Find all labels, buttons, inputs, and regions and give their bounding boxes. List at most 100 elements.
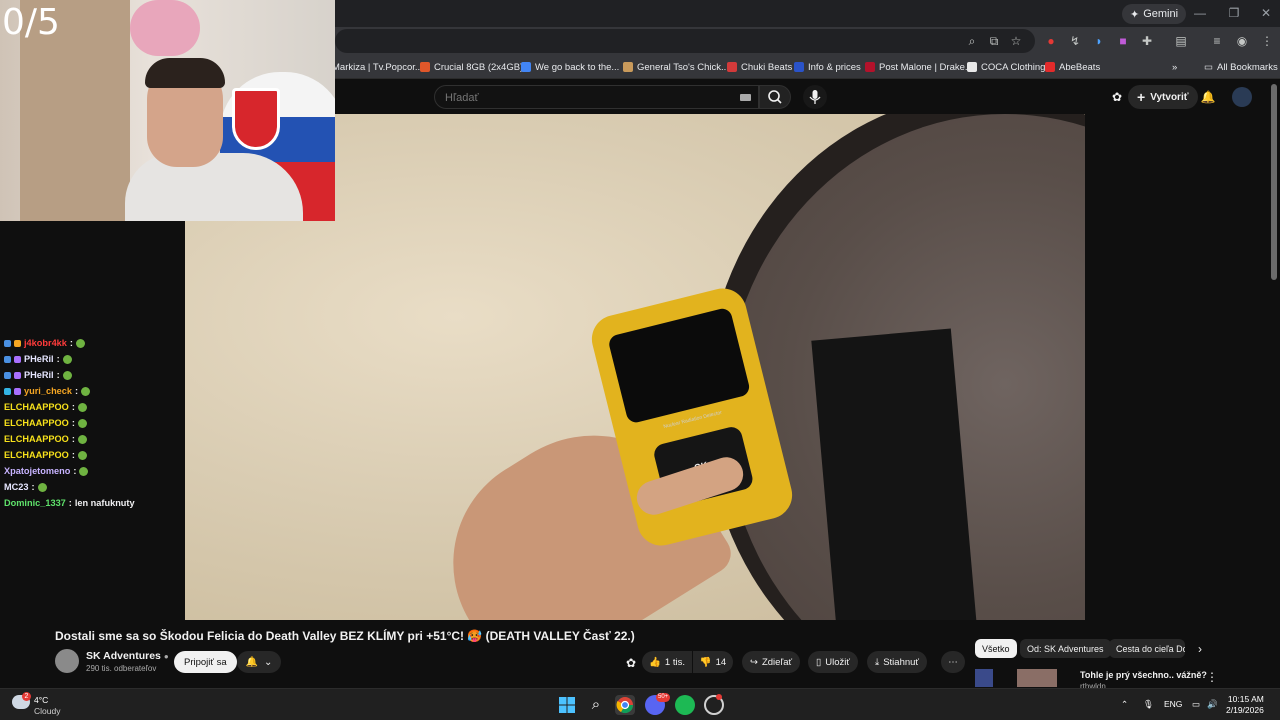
share-label: Zdieľať — [761, 656, 793, 668]
create-button[interactable]: + Vytvoriť — [1128, 85, 1198, 109]
bookmark-item[interactable]: Post Malone | Drake... — [865, 59, 973, 75]
emote-icon — [62, 370, 72, 380]
search-box[interactable] — [434, 85, 759, 109]
emote-icon — [79, 466, 89, 476]
restore-icon[interactable]: ❐ — [1222, 4, 1246, 22]
emote-icon — [77, 450, 87, 460]
bookmark-item[interactable]: Chuki Beats — [727, 59, 792, 75]
weather-condition[interactable]: Cloudy — [34, 706, 60, 716]
join-button[interactable]: Pripojiť sa — [174, 651, 237, 673]
extension-icon[interactable]: ■ — [1114, 32, 1132, 50]
avatar[interactable] — [1232, 87, 1252, 107]
reading-mode-icon[interactable]: ▤ — [1172, 32, 1190, 50]
tray-overflow-chevron-icon[interactable]: ⌃ — [1121, 699, 1128, 710]
thumbs-up-icon: 👍 — [649, 656, 661, 668]
chat-colon: : — [71, 402, 75, 412]
search-icon — [768, 90, 782, 104]
gemini-button[interactable]: ✦ Gemini — [1122, 4, 1187, 24]
browser-menu-icon[interactable]: ⋮ — [1258, 32, 1276, 50]
windows-start-icon[interactable] — [557, 695, 577, 715]
extension-icon[interactable]: ↯ — [1066, 32, 1084, 50]
notifications-bell-icon[interactable]: 🔔 — [1199, 88, 1217, 106]
bookmark-item[interactable]: AbeBeats — [1045, 59, 1100, 75]
bookmark-item[interactable]: We go back to the... — [521, 59, 619, 75]
bookmark-item[interactable]: General Tso's Chick... — [623, 59, 729, 75]
extension-icon[interactable]: ● — [1042, 32, 1060, 50]
chrome-icon[interactable] — [615, 695, 635, 715]
profile-avatar-icon[interactable]: ◉ — [1233, 32, 1251, 50]
favicon-icon — [727, 62, 737, 72]
download-button[interactable]: ⤓ Stiahnuť — [867, 651, 927, 673]
badge-icon — [4, 339, 11, 347]
bookmark-label: General Tso's Chick... — [637, 61, 729, 73]
search-icon[interactable]: ⌕ — [586, 695, 606, 715]
bookmark-icon: ▯ — [816, 656, 822, 668]
bookmark-item[interactable]: Crucial 8GB (2x4GB)... — [420, 59, 531, 75]
bookmark-item[interactable]: Markiza | Tv.Popcor... — [332, 59, 423, 75]
chat-colon: : — [56, 354, 60, 364]
chat-username: ELCHAAPPOO — [4, 418, 69, 428]
search-input[interactable] — [445, 90, 725, 106]
chevron-right-icon[interactable]: › — [1191, 640, 1209, 658]
thumbs-down-icon: 👎 — [699, 656, 712, 668]
chevron-down-icon: ⌄ — [264, 656, 273, 668]
page-scrollbar[interactable] — [1271, 84, 1277, 280]
chip-all[interactable]: Všetko — [975, 639, 1017, 658]
install-icon[interactable]: ⧉ — [985, 32, 1003, 50]
cast-icon[interactable]: ✿ — [622, 654, 640, 672]
channel-name[interactable]: SK Adventures ● — [86, 650, 169, 662]
weather-temp[interactable]: 4°C — [34, 695, 48, 705]
video-details: Dostali sme sa so Škodou Felicia do Deat… — [0, 620, 1280, 688]
like-count: 1 tis. — [664, 656, 685, 668]
bookmark-star-icon[interactable]: ☆ — [1007, 32, 1025, 50]
voice-search-button[interactable] — [803, 85, 827, 109]
chat-username: Dominic_1337 — [4, 498, 66, 508]
subscription-notifications-button[interactable]: 🔔 ⌄ — [237, 651, 281, 673]
address-bar[interactable]: ⌕ ⧉ ☆ — [335, 29, 1035, 53]
favicon-icon — [1045, 62, 1055, 72]
chip-related[interactable]: Cesta do cieľa Do — [1109, 639, 1185, 658]
hair — [145, 58, 225, 88]
more-actions-button[interactable]: ⋯ — [941, 651, 965, 673]
chip-from-channel[interactable]: Od: SK Adventures — [1020, 639, 1111, 658]
more-bookmarks-chevron-icon[interactable]: » — [1172, 59, 1177, 75]
bookmark-item[interactable]: COCA Clothing — [967, 59, 1045, 75]
clock-time: 10:15 AM — [1227, 694, 1264, 704]
cast-icon[interactable]: ✿ — [1108, 88, 1126, 106]
bookmark-label: Markiza | Tv.Popcor... — [332, 61, 423, 73]
gemini-icon: ✦ — [1130, 8, 1140, 21]
system-clock[interactable]: 10:15 AM 2/19/2026 — [1226, 694, 1264, 716]
plush-toy — [130, 0, 200, 56]
minimize-icon[interactable]: — — [1188, 4, 1212, 22]
keyboard-icon[interactable] — [740, 94, 751, 101]
like-button[interactable]: 👍 1 tis. — [642, 651, 692, 673]
bookmark-item[interactable]: Info & prices — [794, 59, 861, 75]
volume-icon[interactable]: 🔊 — [1207, 699, 1218, 710]
chat-username: yuri_check — [24, 386, 73, 396]
all-bookmarks[interactable]: ▭ All Bookmarks — [1204, 59, 1278, 75]
recommended-video[interactable]: Tohle je prý všechno.. vážně? rthwldn ⋮ — [975, 667, 1218, 689]
extension-icon[interactable]: ◗ — [1090, 32, 1108, 50]
close-icon[interactable]: ✕ — [1254, 4, 1278, 22]
network-icon[interactable]: ▭ — [1192, 699, 1200, 710]
chat-message: ELCHAAPPOO : — [4, 415, 184, 431]
channel-avatar[interactable] — [55, 649, 79, 673]
search-button[interactable] — [759, 85, 791, 109]
dislike-button[interactable]: 👎 14 — [693, 651, 733, 673]
plus-icon: + — [1137, 89, 1146, 105]
folder-icon: ▭ — [1204, 61, 1213, 73]
chat-message: Dominic_1337 : len nafuknuty — [4, 495, 184, 511]
spotify-icon[interactable] — [675, 695, 695, 715]
input-language[interactable]: ENG — [1164, 699, 1182, 709]
microphone-icon[interactable]: 🎙 — [1143, 699, 1154, 710]
chat-username: MC23 — [4, 482, 29, 492]
share-button[interactable]: ↪ Zdieľať — [742, 651, 801, 673]
subscriber-count: 290 tis. odberateľov — [86, 664, 157, 673]
zoom-icon[interactable]: ⌕ — [963, 32, 981, 50]
extensions-puzzle-icon[interactable]: ✚ — [1138, 32, 1156, 50]
tab-search-icon[interactable]: ≡ — [1208, 32, 1226, 50]
chat-username: PHeRil — [24, 370, 54, 380]
chat-username: ELCHAAPPOO — [4, 450, 69, 460]
save-button[interactable]: ▯ Uložiť — [808, 651, 858, 673]
more-vertical-icon[interactable]: ⋮ — [1203, 668, 1221, 686]
